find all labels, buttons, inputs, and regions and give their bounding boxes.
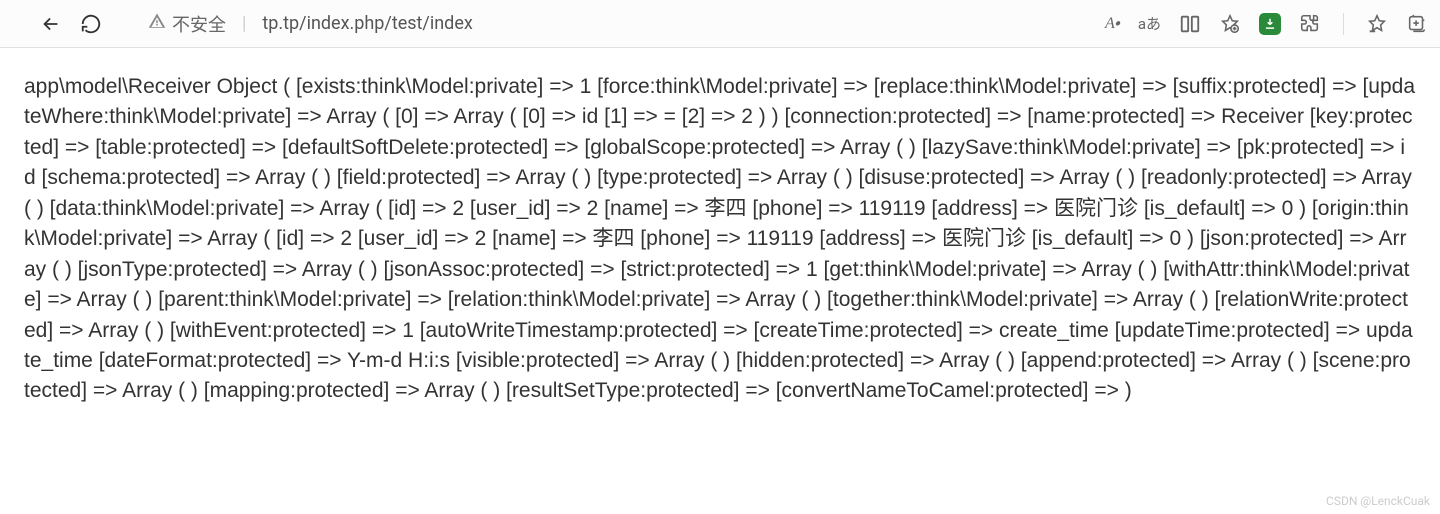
translate-icon[interactable]: aあ — [1138, 13, 1161, 35]
text-size-sup: ⦁ — [1115, 18, 1120, 29]
downloads-icon[interactable] — [1259, 13, 1281, 35]
refresh-button[interactable] — [80, 13, 102, 35]
security-indicator[interactable]: 不安全 — [148, 11, 226, 37]
watermark: CSDN @LenckCuak — [1326, 494, 1430, 508]
browser-toolbar: 不安全 | tp.tp/index.php/test/index A⦁ aあ — [0, 0, 1440, 48]
model-dump-text: app\model\Receiver Object ( [exists:thin… — [24, 75, 1415, 402]
extensions-icon[interactable] — [1299, 13, 1321, 35]
favorite-icon[interactable] — [1219, 13, 1241, 35]
address-bar[interactable]: 不安全 | tp.tp/index.php/test/index — [148, 11, 1097, 37]
separator — [1343, 13, 1344, 35]
url-text[interactable]: tp.tp/index.php/test/index — [262, 13, 1097, 34]
warning-icon — [148, 12, 166, 35]
page-content: app\model\Receiver Object ( [exists:thin… — [0, 48, 1440, 407]
favorites-list-icon[interactable] — [1366, 13, 1388, 35]
back-button[interactable] — [40, 13, 62, 35]
split-screen-icon[interactable] — [1179, 13, 1201, 35]
nav-controls — [40, 13, 102, 35]
collections-icon[interactable] — [1406, 13, 1428, 35]
insecure-label: 不安全 — [172, 11, 226, 37]
toolbar-right: A⦁ aあ — [1105, 13, 1428, 35]
divider: | — [242, 13, 246, 34]
text-size-icon[interactable]: A⦁ — [1105, 13, 1120, 35]
